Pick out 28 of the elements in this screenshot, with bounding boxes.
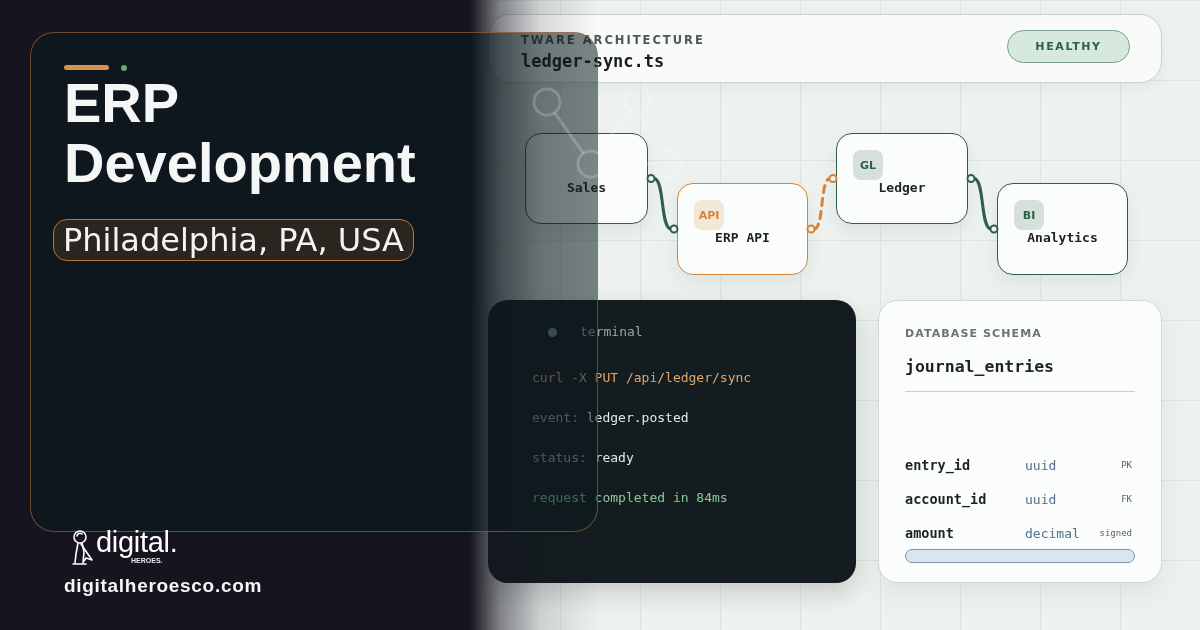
location-pill: Philadelphia, PA, USA — [53, 219, 414, 261]
command-line: curl -X PUT /api/ledger/sync — [532, 369, 752, 387]
output-key: status: — [532, 448, 587, 468]
node-label: ERP API — [715, 230, 770, 246]
column-type: uuid — [1025, 491, 1058, 507]
hero-mascot-icon — [72, 530, 94, 566]
website-url: digitalheroesco.com — [64, 575, 263, 597]
column-type: decimal — [1025, 525, 1081, 541]
accent-bar-icon — [64, 65, 109, 70]
column-name: account_id — [905, 491, 988, 508]
status-pill: HEALTHY — [1007, 30, 1130, 63]
table-name: journal_entries — [905, 357, 1055, 377]
node-label: Ledger — [878, 180, 926, 196]
column-key-tag: signed — [1099, 528, 1135, 539]
column-key-tag: PK — [1121, 460, 1135, 471]
column-type: uuid — [1025, 457, 1058, 473]
result-line: request completed in 84ms — [532, 489, 728, 507]
node-label: Analytics — [1027, 230, 1098, 246]
headline: ERP Development — [64, 73, 417, 193]
status-dot-icon — [548, 327, 557, 337]
output-key: event: — [532, 408, 579, 428]
column-key-tag: FK — [1121, 494, 1135, 505]
output-value: ready — [594, 449, 634, 467]
output-value: ledger.posted — [586, 409, 689, 427]
column-name: entry_id — [905, 457, 972, 474]
schema-label: DATABASE SCHEMA — [905, 327, 1043, 341]
column-name: amount — [905, 525, 955, 542]
accent-dot-icon — [121, 64, 127, 71]
